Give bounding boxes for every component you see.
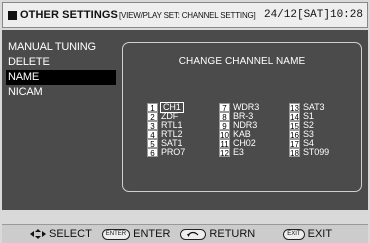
return-arrow-icon bbox=[180, 228, 207, 240]
channel-number: 12 bbox=[219, 148, 230, 158]
enter-hint: ENTER ENTER bbox=[101, 228, 171, 240]
channel-number: 13 bbox=[289, 103, 300, 113]
channel-number: 5 bbox=[147, 139, 158, 149]
channel-name[interactable]: ST099 bbox=[303, 148, 329, 157]
channel-number: 14 bbox=[289, 112, 300, 122]
enter-button-icon: ENTER bbox=[101, 228, 131, 240]
exit-button-icon: EXIT bbox=[283, 228, 305, 240]
menu-square-icon bbox=[8, 10, 17, 20]
change-channel-name-panel: CHANGE CHANNEL NAME 1 CH1 2 ZDF 3 RTL1 4 RTL… bbox=[122, 42, 362, 192]
footer-help-bar: SELECT ENTER ENTER RETURN EXIT EXIT bbox=[2, 224, 368, 243]
menu-item-name[interactable]: NAME bbox=[6, 70, 116, 85]
channel-number: 6 bbox=[147, 148, 158, 158]
menu-item-delete[interactable]: DELETE bbox=[6, 55, 116, 70]
breadcrumb: [VIEW/PLAY SET: CHANNEL SETTING] bbox=[118, 10, 256, 20]
channel-number: 4 bbox=[147, 130, 158, 140]
return-hint: RETURN bbox=[180, 228, 255, 240]
channel-number: 8 bbox=[219, 112, 230, 122]
channel-number: 3 bbox=[147, 121, 158, 131]
channel-name[interactable]: E3 bbox=[233, 148, 244, 157]
select-hint: SELECT bbox=[30, 228, 92, 240]
channel-column-3: 13 SAT3 14 S1 15 S2 16 S3 17 S4 18 ST099 bbox=[289, 103, 329, 158]
menu-item-nicam[interactable]: NICAM bbox=[6, 85, 116, 100]
enter-label: ENTER bbox=[133, 228, 171, 240]
direction-arrows-icon bbox=[30, 229, 46, 239]
channel-number: 17 bbox=[289, 139, 300, 149]
date-time: 24/12[SAT]10:28 bbox=[263, 9, 363, 21]
channel-item[interactable]: 6 PRO7 bbox=[147, 148, 185, 158]
return-label: RETURN bbox=[209, 228, 256, 240]
side-menu: MANUAL TUNING DELETE NAME NICAM bbox=[6, 40, 116, 100]
exit-label: EXIT bbox=[307, 228, 333, 240]
channel-number: 7 bbox=[219, 103, 230, 113]
title-bar: OTHER SETTINGS [VIEW/PLAY SET: CHANNEL S… bbox=[2, 2, 368, 28]
channel-number: 18 bbox=[289, 148, 300, 158]
channel-number: 1 bbox=[147, 103, 158, 113]
channel-item[interactable]: 18 ST099 bbox=[289, 148, 329, 158]
channel-number: 2 bbox=[147, 112, 158, 122]
channel-column-2: 7 WDR3 8 BR-3 9 NDR3 10 KAB 11 CH02 12 E3 bbox=[219, 103, 259, 158]
channel-name[interactable]: PRO7 bbox=[161, 148, 185, 157]
channel-number: 11 bbox=[219, 139, 230, 149]
channel-number: 10 bbox=[219, 130, 230, 140]
channel-number: 9 bbox=[219, 121, 230, 131]
channel-number: 16 bbox=[289, 130, 300, 140]
channel-item[interactable]: 12 E3 bbox=[219, 148, 259, 158]
channel-column-1: 1 CH1 2 ZDF 3 RTL1 4 RTL2 5 SAT1 6 PRO7 bbox=[147, 102, 185, 158]
page-title: OTHER SETTINGS bbox=[20, 9, 118, 21]
exit-hint: EXIT EXIT bbox=[283, 228, 332, 240]
panel-title: CHANGE CHANNEL NAME bbox=[178, 56, 306, 67]
channel-number: 15 bbox=[289, 121, 300, 131]
menu-item-manual-tuning[interactable]: MANUAL TUNING bbox=[6, 40, 116, 55]
select-label: SELECT bbox=[49, 228, 92, 240]
settings-screen: MANUAL TUNING DELETE NAME NICAM CHANGE C… bbox=[2, 30, 368, 210]
